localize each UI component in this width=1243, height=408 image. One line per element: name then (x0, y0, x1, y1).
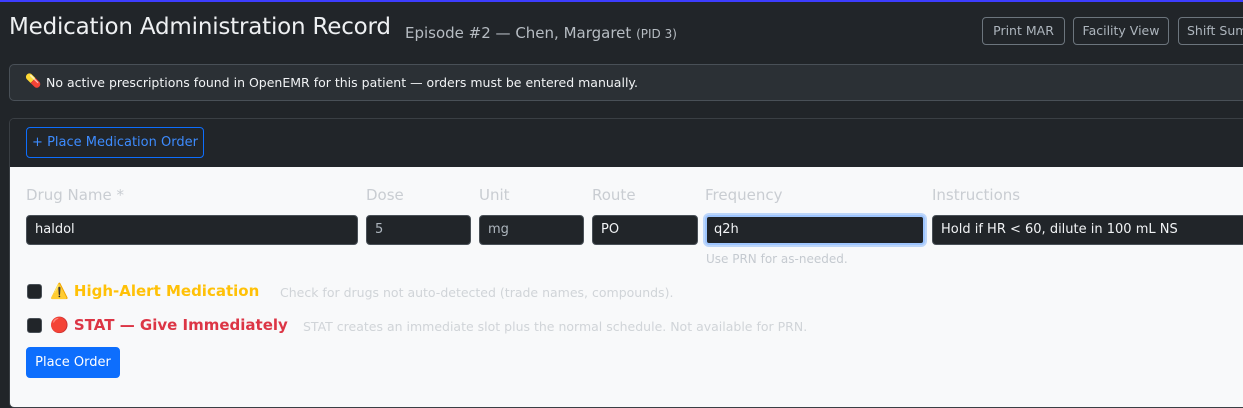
instructions-label: Instructions (932, 186, 1021, 204)
print-mar-button[interactable]: Print MAR (982, 17, 1065, 45)
place-order-button[interactable]: Place Order (26, 347, 120, 378)
place-medication-order-toggle[interactable]: + Place Medication Order (26, 127, 204, 158)
pill-icon: 💊 (25, 74, 42, 89)
alert-message: No active prescriptions found in OpenEMR… (46, 75, 639, 90)
episode-patient: Episode #2 — Chen, Margaret (405, 24, 632, 42)
no-prescriptions-alert: 💊 No active prescriptions found in OpenE… (9, 64, 1243, 101)
route-input[interactable]: PO (592, 215, 698, 245)
instructions-input[interactable]: Hold if HR < 60, dilute in 100 mL NS (932, 215, 1243, 245)
unit-input[interactable]: mg (479, 215, 584, 245)
page-header: Medication Administration Record Episode… (0, 0, 1243, 62)
medication-order-card: + Place Medication Order Drug Name * Dos… (9, 118, 1243, 408)
facility-view-button[interactable]: Facility View (1073, 17, 1169, 45)
high-alert-help: Check for drugs not auto-detected (trade… (280, 285, 674, 300)
drug-name-label: Drug Name * (26, 186, 125, 204)
warning-icon: ⚠️ (50, 282, 69, 300)
page-title: Medication Administration Record (9, 14, 391, 40)
high-alert-text: High-Alert Medication (73, 282, 260, 300)
red-circle-icon: 🔴 (50, 316, 69, 334)
patient-pid: (PID 3) (636, 27, 677, 41)
dose-label: Dose (366, 186, 404, 204)
order-form: Drug Name * Dose Unit Route Frequency In… (10, 167, 1243, 407)
route-label: Route (592, 186, 636, 204)
frequency-hint: Use PRN for as-needed. (706, 252, 848, 266)
stat-help: STAT creates an immediate slot plus the … (303, 319, 808, 334)
drug-name-input[interactable]: haldol (26, 215, 358, 245)
dose-input[interactable]: 5 (366, 215, 471, 245)
shift-summary-button[interactable]: Shift Summary (1178, 17, 1243, 45)
stat-text: STAT — Give Immediately (73, 316, 288, 334)
order-card-header: + Place Medication Order (10, 119, 1243, 167)
frequency-input[interactable]: q2h (705, 215, 925, 245)
episode-subtitle: Episode #2 — Chen, Margaret (PID 3) (405, 24, 677, 42)
high-alert-label[interactable]: ⚠️ High-Alert Medication (50, 282, 259, 300)
high-alert-checkbox[interactable] (27, 284, 42, 299)
stat-label[interactable]: 🔴 STAT — Give Immediately (50, 316, 288, 334)
frequency-label: Frequency (705, 186, 783, 204)
unit-label: Unit (479, 186, 510, 204)
stat-checkbox[interactable] (27, 318, 42, 333)
